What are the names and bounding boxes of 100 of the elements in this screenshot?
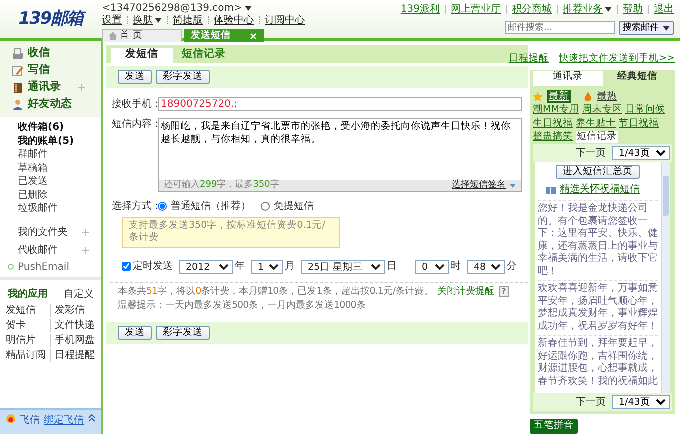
app-link[interactable]: 精品订阅 [6,350,46,360]
sidebar-item[interactable]: 好友动态 [28,97,72,112]
app-link[interactable]: 文件快递 [55,320,95,330]
category-link[interactable]: 生日祝福 [533,118,573,130]
category-link[interactable]: 日常问候 [625,104,666,117]
notice-text: 温馨提示：一天内最多发送500条，一月内最多发送1000条 [117,299,367,312]
message-text[interactable]: 新春佳节到，拜年要赶早，好运跟你跑，吉祥围你绕，财源进腰包，心想事就成，春节齐欢笑！我的祝福如此 [538,335,658,390]
sidebar-item[interactable]: 收信 [28,46,50,61]
app-link[interactable]: 手机网盘 [55,334,95,346]
checkbox-label: 定时发送 [133,260,173,274]
nav-link[interactable]: 订阅中心 [265,14,305,26]
apps-heading: 我的应用 [8,288,48,300]
plus-icon[interactable] [78,84,85,91]
send-button[interactable]: 彩字发送 [156,70,210,84]
top-link[interactable]: 推荐业务 [563,3,612,16]
folder-link[interactable]: 我的账单(5) [18,136,74,146]
app-link[interactable]: 发短信 [6,304,36,316]
plus-icon[interactable] [82,229,89,236]
recipient-field[interactable]: 18900725720.; [158,97,522,111]
featured-link[interactable]: 精选关怀祝福短信 [560,183,640,196]
feixin-link[interactable]: 绑定飞信 [44,414,84,427]
nav-link[interactable]: 换肤 [133,14,162,26]
category-link[interactable]: 整蛊搞笑 [533,131,573,144]
checkbox[interactable] [122,262,131,272]
sms-tab[interactable]: 短信记录 [173,48,235,63]
push-link[interactable]: PushEmail [18,260,70,274]
unit-label: 月 [285,260,295,274]
page-select[interactable]: 1/43页 [612,395,670,410]
signature-dropdown[interactable]: 选择短信签名 [452,180,516,191]
category-link[interactable]: 节日祝福 [619,118,659,130]
header-link[interactable]: 日程提醒 [509,53,550,66]
sms-tab[interactable]: 发短信 [111,48,173,63]
app-link[interactable]: 日程提醒 [55,350,95,360]
send-button[interactable]: 发送 [118,70,152,84]
top-link[interactable]: 退出 [654,3,674,16]
category-link[interactable]: 养生贴士 [576,118,616,130]
folder-link[interactable]: 群邮件 [18,149,48,160]
top-link[interactable]: 积分商城 [512,3,552,16]
char-counter: 还可输入299字，最多 350字 [164,180,280,191]
send-button[interactable]: 彩字发送 [156,326,210,340]
page-select[interactable]: 1/43页 [612,146,670,160]
message-text[interactable]: 欢欢喜喜迎新年，万事如意平安年，扬眉吐气顺心年，梦想成真发财年，事业辉煌成功年，祝君岁岁有好年！ [538,280,658,336]
caret-icon [510,184,516,188]
header-link[interactable]: 快速把文件发送到手机>> [559,53,675,66]
folder-link[interactable]: 垃圾邮件 [18,203,58,214]
app-link[interactable]: 发彩信 [55,304,85,316]
message-text[interactable]: 您好！我是金龙快递公司的。有个包裹请您签收一下：这里有平安、快乐、健康，还有蒸蒸日上的事业与幸福美满的生活，请收下它吧！ [538,200,658,280]
sidebar-item[interactable]: 写信 [28,63,50,78]
sidebar-item[interactable]: 通讯录 [28,80,61,95]
field-label: 接收手机： [112,98,156,110]
app-link[interactable]: 贺卡 [6,320,26,330]
date-select[interactable]: 2012 [179,260,233,274]
app-link[interactable]: 明信片 [6,334,36,346]
category-link[interactable]: 周末专区 [582,104,622,117]
info-tip: 支持最多发送350字，按标准短信资费0.1元/条计费 [122,217,340,248]
folder-link[interactable]: 草稿箱 [18,162,48,174]
panel-tab[interactable]: 经典短信 [602,71,672,86]
filter-tab[interactable]: 最热 [597,90,617,104]
logo: 139邮箱 [0,0,102,38]
folder-link[interactable]: 已删除 [18,190,48,200]
category-link[interactable]: 潮MM专用 [533,104,580,117]
filter-tab[interactable]: 最新 [547,90,571,104]
message-field[interactable]: 杨阳屹，我是来自辽宁省北票市的张艳，受小海的委托向你说声生日快乐！祝你越长越靓，与你相知，真的很幸福。 [158,118,522,180]
nav-link[interactable]: 体验中心 [214,14,254,26]
next-page-link[interactable]: 下一页 [576,396,606,409]
nav-link[interactable]: 简捷版 [173,14,203,26]
next-page-link[interactable]: 下一页 [576,146,606,160]
chat-bubble-icon [6,414,16,424]
date-select[interactable]: 48 [467,260,505,274]
book-icon [12,82,24,94]
radio-button[interactable] [158,202,167,211]
page-tab[interactable]: 首 页 [102,29,182,42]
radio-button[interactable] [261,202,270,211]
nav-link[interactable]: 设置 [102,14,122,26]
date-select[interactable]: 25日 星期三 [301,260,385,274]
folder-group[interactable]: 我的文件夹 [18,226,68,239]
category-link[interactable]: 短信记录 [576,131,618,144]
caret-icon [155,18,162,22]
top-link[interactable]: 帮助 [623,3,643,16]
send-button[interactable]: 发送 [118,326,152,340]
top-link[interactable]: 网上营业厅 [451,3,501,16]
scrollbar[interactable] [661,162,670,394]
caret-icon [245,6,252,10]
date-select[interactable]: 0 [415,260,449,274]
date-select[interactable]: 1 [251,260,283,274]
customize-link[interactable]: 自定义 [64,288,94,300]
help-icon[interactable]: ? [498,286,509,298]
close-icon[interactable] [250,32,257,40]
search-button[interactable]: 搜索邮件 [619,21,674,35]
ime-bar[interactable]: 五笔拼音 [530,419,578,434]
folder-link[interactable]: 收件箱(6) [18,122,64,133]
folder-group[interactable]: 代收邮件 [18,244,58,257]
panel-tab[interactable]: 通讯录 [533,71,602,86]
collapse-icon[interactable] [88,414,96,422]
summary-button[interactable]: 进入短信汇总页 [556,165,640,180]
folder-link[interactable]: 已发送 [18,176,48,187]
plus-icon[interactable] [82,247,89,254]
search-field[interactable]: 邮件搜索... [505,21,615,34]
top-link[interactable]: 139派利 [400,3,440,16]
billing-link[interactable]: 关闭计费提醒 [438,286,495,298]
